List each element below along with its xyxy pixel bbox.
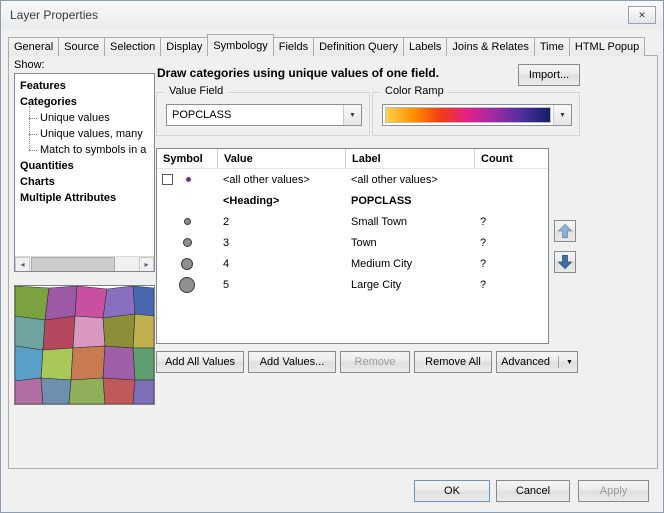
tree-horizontal-scrollbar[interactable]: ◂ ▸	[15, 256, 154, 271]
layer-properties-dialog: Layer Properties ✕ General Source Select…	[0, 0, 664, 513]
close-button[interactable]: ✕	[628, 6, 656, 24]
close-icon: ✕	[638, 10, 646, 21]
add-all-values-button[interactable]: Add All Values	[156, 351, 244, 373]
arrow-down-icon	[556, 253, 574, 271]
tree-item-multiple-attributes[interactable]: Multiple Attributes	[20, 190, 152, 206]
values-table: Symbol Value Label Count <all other valu…	[156, 148, 549, 344]
advanced-button-label: Advanced	[501, 356, 550, 368]
table-row[interactable]: <Heading> POPCLASS	[157, 190, 548, 211]
color-ramp-dropdown[interactable]: ▼	[382, 104, 572, 126]
move-down-button[interactable]	[554, 251, 576, 273]
table-row[interactable]: 4 Medium City ?	[157, 253, 548, 274]
circle-symbol-icon[interactable]	[184, 218, 191, 225]
tab-general[interactable]: General	[8, 37, 59, 56]
header-symbol: Symbol	[157, 149, 217, 168]
move-up-button[interactable]	[554, 220, 576, 242]
import-button[interactable]: Import...	[518, 64, 580, 86]
tree-item-unique-values[interactable]: Unique values	[20, 110, 152, 126]
remove-all-button[interactable]: Remove All	[414, 351, 492, 373]
table-header: Symbol Value Label Count	[157, 149, 548, 169]
tree-item-features[interactable]: Features	[20, 78, 152, 94]
cancel-button[interactable]: Cancel	[496, 480, 570, 502]
tab-strip: General Source Selection Display Symbolo…	[8, 34, 645, 56]
add-values-button[interactable]: Add Values...	[248, 351, 336, 373]
apply-button[interactable]: Apply	[578, 480, 649, 502]
header-value: Value	[217, 149, 345, 168]
show-label: Show:	[14, 59, 45, 71]
color-ramp-label: Color Ramp	[381, 85, 448, 97]
circle-symbol-icon[interactable]	[183, 238, 192, 247]
color-ramp-gradient	[385, 107, 551, 123]
chevron-down-icon[interactable]: ▼	[553, 105, 571, 125]
circle-symbol-icon[interactable]	[181, 258, 193, 270]
title-bar[interactable]: Layer Properties ✕	[1, 1, 663, 29]
tab-display[interactable]: Display	[160, 37, 208, 56]
advanced-button[interactable]: Advanced ▼	[496, 351, 578, 373]
tree-item-categories[interactable]: Categories	[20, 94, 152, 110]
scroll-left-icon[interactable]: ◂	[15, 257, 30, 272]
tab-time[interactable]: Time	[534, 37, 570, 56]
value-field-label: Value Field	[165, 85, 227, 97]
map-preview-image	[15, 286, 154, 404]
tab-definition-query[interactable]: Definition Query	[313, 37, 404, 56]
all-other-values-checkbox[interactable]	[162, 174, 173, 185]
value-field-value: POPCLASS	[167, 105, 343, 125]
tab-selection[interactable]: Selection	[104, 37, 161, 56]
tab-source[interactable]: Source	[58, 37, 105, 56]
table-row[interactable]: 5 Large City ?	[157, 274, 548, 295]
table-row[interactable]: <all other values> <all other values>	[157, 169, 548, 190]
tab-labels[interactable]: Labels	[403, 37, 447, 56]
tree-item-unique-values-many[interactable]: Unique values, many	[20, 126, 152, 142]
point-symbol-icon[interactable]	[186, 177, 191, 182]
tree-item-match-symbols[interactable]: Match to symbols in a	[20, 142, 152, 158]
chevron-down-icon: ▼	[558, 356, 573, 368]
tab-fields[interactable]: Fields	[273, 37, 314, 56]
table-row[interactable]: 3 Town ?	[157, 232, 548, 253]
arrow-up-icon	[556, 222, 574, 240]
tree-item-charts[interactable]: Charts	[20, 174, 152, 190]
show-tree: Features Categories Unique values Unique…	[14, 73, 155, 272]
scroll-right-icon[interactable]: ▸	[139, 257, 154, 272]
tab-joins-relates[interactable]: Joins & Relates	[446, 37, 534, 56]
tab-html-popup[interactable]: HTML Popup	[569, 37, 645, 56]
remove-button[interactable]: Remove	[340, 351, 410, 373]
header-count: Count	[474, 149, 548, 168]
value-field-group: Value Field POPCLASS ▼	[156, 92, 370, 136]
tree-item-quantities[interactable]: Quantities	[20, 158, 152, 174]
window-title: Layer Properties	[1, 8, 98, 22]
value-field-dropdown[interactable]: POPCLASS ▼	[166, 104, 362, 126]
chevron-down-icon[interactable]: ▼	[343, 105, 361, 125]
color-ramp-group: Color Ramp ▼	[372, 92, 580, 136]
ok-button[interactable]: OK	[414, 480, 490, 502]
symbology-panel: Show: Features Categories Unique values …	[8, 55, 658, 469]
tab-symbology[interactable]: Symbology	[207, 34, 273, 56]
table-row[interactable]: 2 Small Town ?	[157, 211, 548, 232]
panel-heading: Draw categories using unique values of o…	[157, 66, 439, 80]
map-preview	[14, 285, 155, 405]
header-label: Label	[345, 149, 474, 168]
circle-symbol-icon[interactable]	[179, 277, 195, 293]
scroll-thumb[interactable]	[31, 257, 115, 272]
